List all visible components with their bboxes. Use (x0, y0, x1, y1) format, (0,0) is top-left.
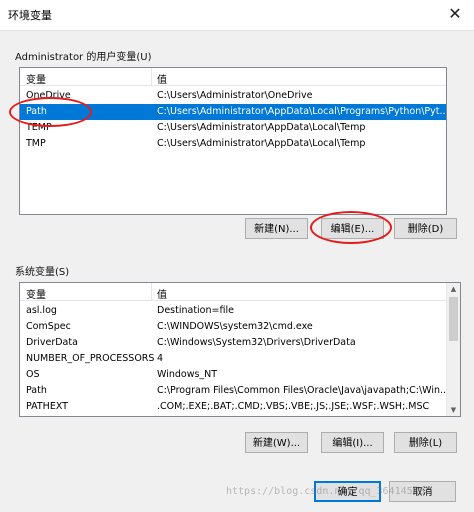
variable-value: C:\Windows\System32\Drivers\DriverData (157, 337, 356, 348)
variable-name: asl.log (26, 305, 57, 316)
column-header-variable[interactable]: 变量 (26, 286, 46, 301)
close-icon[interactable]: ✕ (442, 2, 468, 26)
column-header-value[interactable]: 值 (157, 286, 167, 301)
table-row[interactable]: PATHEXT .COM;.EXE;.BAT;.CMD;.VBS;.VBE;.J… (20, 399, 460, 415)
variable-value: Destination=file (157, 305, 234, 316)
variable-name: TMP (26, 138, 46, 149)
scroll-up-arrow-icon[interactable]: ▲ (447, 283, 460, 295)
table-row-selected[interactable]: Path C:\Users\Administrator\AppData\Loca… (20, 104, 446, 120)
system-variables-list[interactable]: 变量 值 asl.log Destination=file ComSpec C:… (19, 282, 461, 417)
user-variables-label: Administrator 的用户变量(U) (15, 52, 152, 63)
variable-value: C:\Users\Administrator\AppData\Local\Pro… (157, 106, 447, 117)
system-delete-button[interactable]: 删除(L) (394, 432, 457, 453)
variable-name: PATHEXT (26, 401, 68, 412)
table-row[interactable]: asl.log Destination=file (20, 303, 460, 319)
column-divider[interactable] (151, 68, 152, 85)
variable-name: Path (26, 385, 47, 396)
column-header-value[interactable]: 值 (157, 71, 167, 86)
watermark: https://blog.csdn.net/qq_36414588 (226, 486, 425, 497)
variable-value: 4 (157, 353, 164, 364)
variable-name: TEMP (26, 122, 52, 133)
variable-value: C:\Users\Administrator\AppData\Local\Tem… (157, 138, 366, 149)
system-new-button[interactable]: 新建(W)... (245, 432, 308, 453)
variable-value: C:\WINDOWS\system32\cmd.exe (157, 321, 313, 332)
user-variables-list[interactable]: 变量 值 OneDrive C:\Users\Administrator\One… (19, 67, 447, 215)
table-row[interactable]: Path C:\Program Files\Common Files\Oracl… (20, 383, 460, 399)
variable-name: Path (26, 106, 47, 117)
table-row[interactable]: DriverData C:\Windows\System32\Drivers\D… (20, 335, 460, 351)
column-header-variable[interactable]: 变量 (26, 71, 46, 86)
list-header: 变量 值 (20, 68, 446, 86)
user-delete-button[interactable]: 删除(D) (394, 218, 457, 239)
vertical-scrollbar[interactable]: ▲ ▼ (446, 283, 460, 416)
variable-name: NUMBER_OF_PROCESSORS (26, 353, 155, 364)
scroll-thumb[interactable] (449, 297, 458, 341)
variable-value: Windows_NT (157, 369, 218, 380)
scroll-down-arrow-icon[interactable]: ▼ (447, 404, 460, 416)
system-variables-label: 系统变量(S) (15, 267, 70, 278)
list-header: 变量 值 (20, 283, 460, 301)
system-edit-button[interactable]: 编辑(I)... (321, 432, 384, 453)
variable-value: C:\Users\Administrator\OneDrive (157, 90, 313, 101)
table-row[interactable]: OneDrive C:\Users\Administrator\OneDrive (20, 88, 446, 104)
variable-name: OS (26, 369, 40, 380)
user-edit-button[interactable]: 编辑(E)... (321, 218, 384, 239)
table-row[interactable]: TEMP C:\Users\Administrator\AppData\Loca… (20, 120, 446, 136)
variable-name: DriverData (26, 337, 78, 348)
window-title: 环境变量 (8, 9, 52, 22)
variable-value: C:\Program Files\Common Files\Oracle\Jav… (157, 385, 450, 396)
column-divider[interactable] (151, 283, 152, 300)
title-bar: 环境变量 ✕ (0, 0, 474, 30)
user-new-button[interactable]: 新建(N)... (245, 218, 308, 239)
variable-value: .COM;.EXE;.BAT;.CMD;.VBS;.VBE;.JS;.JSE;.… (157, 401, 430, 412)
table-row[interactable]: ComSpec C:\WINDOWS\system32\cmd.exe (20, 319, 460, 335)
variable-name: ComSpec (26, 321, 71, 332)
variable-name: OneDrive (26, 90, 71, 101)
variable-value: C:\Users\Administrator\AppData\Local\Tem… (157, 122, 366, 133)
dialog-body: Administrator 的用户变量(U) 变量 值 OneDrive C:\… (0, 30, 474, 512)
table-row[interactable]: OS Windows_NT (20, 367, 460, 383)
table-row[interactable]: NUMBER_OF_PROCESSORS 4 (20, 351, 460, 367)
table-row[interactable]: TMP C:\Users\Administrator\AppData\Local… (20, 136, 446, 152)
